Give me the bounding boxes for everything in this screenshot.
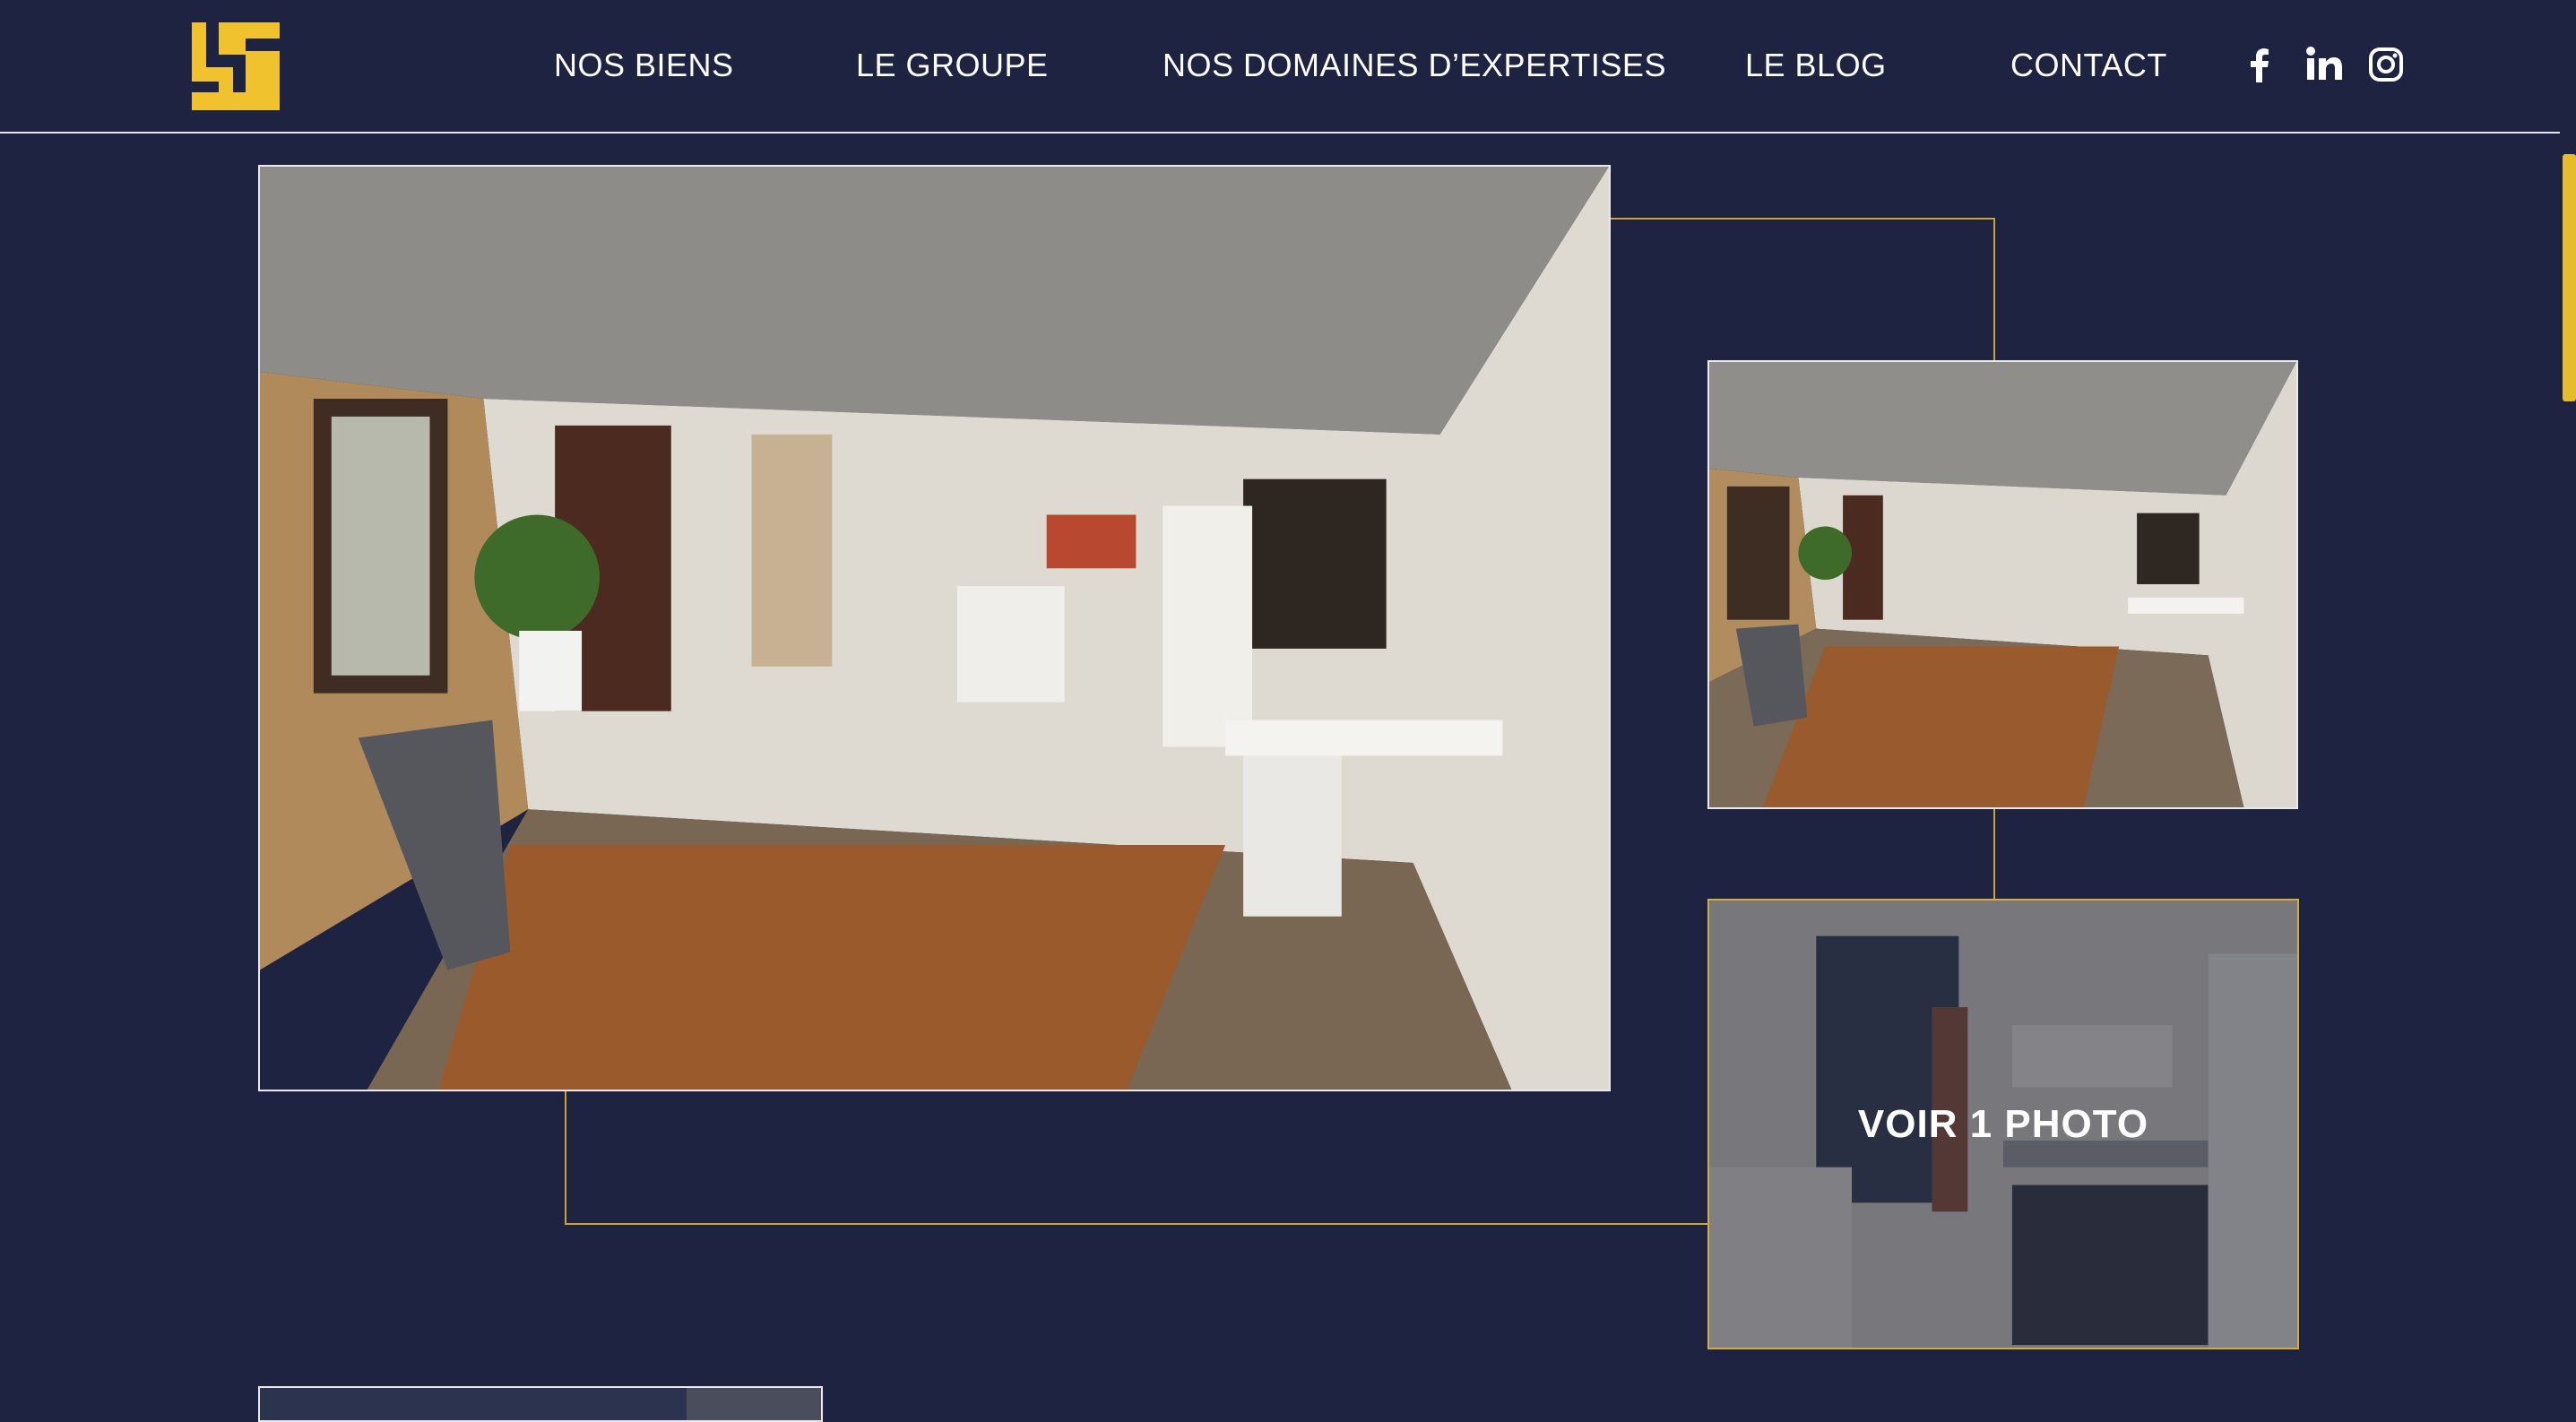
connector-line xyxy=(565,1223,1708,1225)
nav-item-expertises[interactable]: NOS DOMAINES D’EXPERTISES xyxy=(1163,42,1666,89)
office-interior-photo-main[interactable] xyxy=(258,165,1611,1091)
connector-line xyxy=(1993,218,1995,361)
office-interior-photo-side[interactable] xyxy=(1707,360,2298,809)
connector-line xyxy=(1993,808,1995,900)
nav-item-blog[interactable]: LE BLOG xyxy=(1745,42,1887,89)
instagram-icon[interactable] xyxy=(2364,43,2407,86)
linkedin-icon[interactable] xyxy=(2302,43,2345,86)
photo-overlay[interactable]: VOIR 1 PHOTO xyxy=(1709,901,2297,1348)
lt-monogram-logo[interactable] xyxy=(192,22,280,110)
voir-photo-label: VOIR 1 PHOTO xyxy=(1857,1101,2149,1146)
next-photo-preview[interactable] xyxy=(258,1386,823,1422)
nav-item-contact[interactable]: CONTACT xyxy=(2010,42,2167,89)
scrollbar-thumb[interactable] xyxy=(2563,154,2576,401)
kitchen-photo[interactable]: VOIR 1 PHOTO xyxy=(1707,899,2299,1349)
connector-line xyxy=(1610,218,1995,220)
nav-item-le-groupe[interactable]: LE GROUPE xyxy=(856,42,1049,89)
connector-line xyxy=(565,1090,566,1225)
office-interior-photo-main-image xyxy=(260,167,1609,1090)
next-photo-shade xyxy=(687,1388,821,1420)
nav-item-nos-biens[interactable]: NOS BIENS xyxy=(554,42,734,89)
facebook-icon[interactable] xyxy=(2238,43,2281,86)
top-navigation-bar: NOS BIENS LE GROUPE NOS DOMAINES D’EXPER… xyxy=(0,0,2560,134)
office-interior-photo-side-image xyxy=(1709,362,2296,807)
